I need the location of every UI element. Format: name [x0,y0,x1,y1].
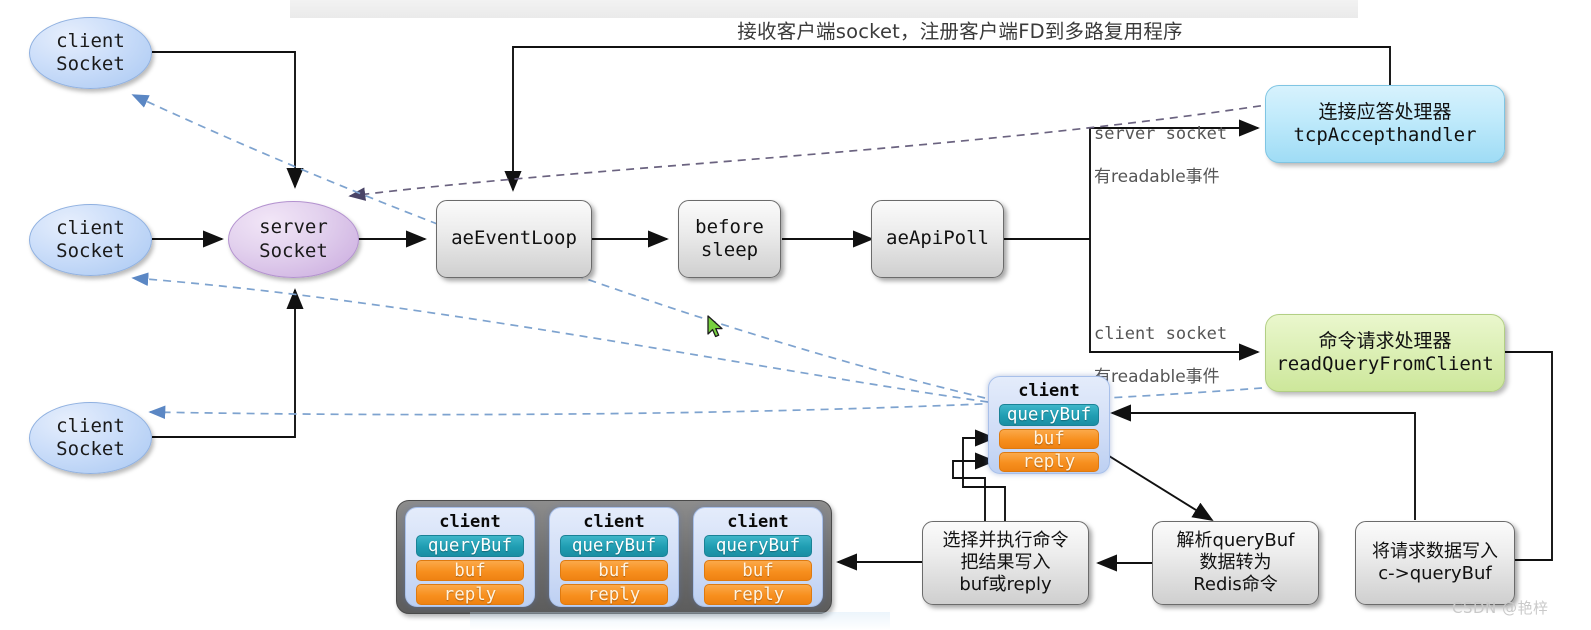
before-sleep-box[interactable]: before sleep [678,200,781,278]
diagram-title: 接收客户端socket，注册客户端FD到多路复用程序 [737,19,1183,43]
exec-command-label: 选择并执行命令 把结果写入 buf或reply [942,530,1069,595]
ae-event-loop-box[interactable]: aeEventLoop [436,200,592,278]
client-list-item[interactable]: client queryBuf buf reply [405,507,535,607]
client-socket-middle-label: client Socket [56,216,125,262]
ae-event-loop-label: aeEventLoop [451,227,577,250]
client-struct-field-buf[interactable]: buf [999,429,1099,449]
tcp-accept-handler-title: 连接应答处理器 [1318,100,1452,123]
edge-label-server-readable: server socket 有readable事件 [1094,103,1274,209]
write-request-label: 将请求数据写入 c->queryBuf [1372,541,1498,584]
client-list-group: client queryBuf buf reply client queryBu… [396,500,832,614]
csdn-watermark: CSDN @艳梓 [1452,599,1549,617]
diagram-canvas: 接收客户端socket，注册客户端FD到多路复用程序 client Socket… [0,0,1591,630]
edge-label-server-readable-line1: server socket [1094,124,1228,145]
client-list-item-field-buf[interactable]: buf [416,560,524,581]
client-socket-middle[interactable]: client Socket [29,204,152,276]
client-struct-field-querybuf[interactable]: queryBuf [999,404,1099,426]
mouse-cursor-icon [707,315,723,338]
client-struct-field-reply[interactable]: reply [999,452,1099,472]
read-query-handler-fn: readQueryFromClient [1276,353,1494,375]
client-socket-top[interactable]: client Socket [29,17,152,89]
edge-label-client-readable-line2: 有readable事件 [1094,366,1220,387]
client-socket-bottom[interactable]: client Socket [29,402,152,474]
client-list-item-field-buf[interactable]: buf [704,560,812,581]
tcp-accept-handler-fn: tcpAccepthandler [1293,124,1477,146]
client-list-item-title: client [439,512,501,532]
edge-label-client-readable-line1: client socket [1094,324,1228,345]
server-socket-label: server Socket [259,216,328,262]
ae-api-poll-label: aeApiPoll [886,227,989,250]
edge-label-server-readable-line2: 有readable事件 [1094,166,1220,187]
client-socket-top-label: client Socket [56,29,125,75]
client-list-item[interactable]: client queryBuf buf reply [549,507,679,607]
client-list-item[interactable]: client queryBuf buf reply [693,507,823,607]
client-socket-bottom-label: client Socket [56,414,125,460]
server-socket[interactable]: server Socket [228,201,359,278]
client-list-item-title: client [727,512,789,532]
ae-api-poll-box[interactable]: aeApiPoll [871,200,1004,278]
edge-label-client-readable: client socket 有readable事件 [1094,303,1274,409]
client-list-item-field-querybuf[interactable]: queryBuf [416,535,524,557]
tcp-accept-handler-box[interactable]: 连接应答处理器 tcpAccepthandler [1265,85,1505,163]
client-list-item-field-buf[interactable]: buf [560,560,668,581]
client-struct[interactable]: client queryBuf buf reply [988,376,1110,474]
client-list-item-field-querybuf[interactable]: queryBuf [560,535,668,557]
exec-command-box[interactable]: 选择并执行命令 把结果写入 buf或reply [922,521,1089,605]
write-request-box[interactable]: 将请求数据写入 c->queryBuf [1355,521,1515,605]
parse-querybuf-box[interactable]: 解析queryBuf 数据转为 Redis命令 [1152,521,1319,605]
client-struct-title: client [1018,381,1080,401]
before-sleep-label: before sleep [695,215,764,261]
client-list-item-field-reply[interactable]: reply [560,584,668,605]
client-list-item-title: client [583,512,645,532]
bottom-gradient-wash [470,612,890,630]
read-query-handler-title: 命令请求处理器 [1318,329,1452,352]
read-query-handler-box[interactable]: 命令请求处理器 readQueryFromClient [1265,314,1505,392]
client-list-item-field-querybuf[interactable]: queryBuf [704,535,812,557]
client-list-item-field-reply[interactable]: reply [416,584,524,605]
parse-querybuf-label: 解析queryBuf 数据转为 Redis命令 [1176,530,1295,595]
client-list-item-field-reply[interactable]: reply [704,584,812,605]
